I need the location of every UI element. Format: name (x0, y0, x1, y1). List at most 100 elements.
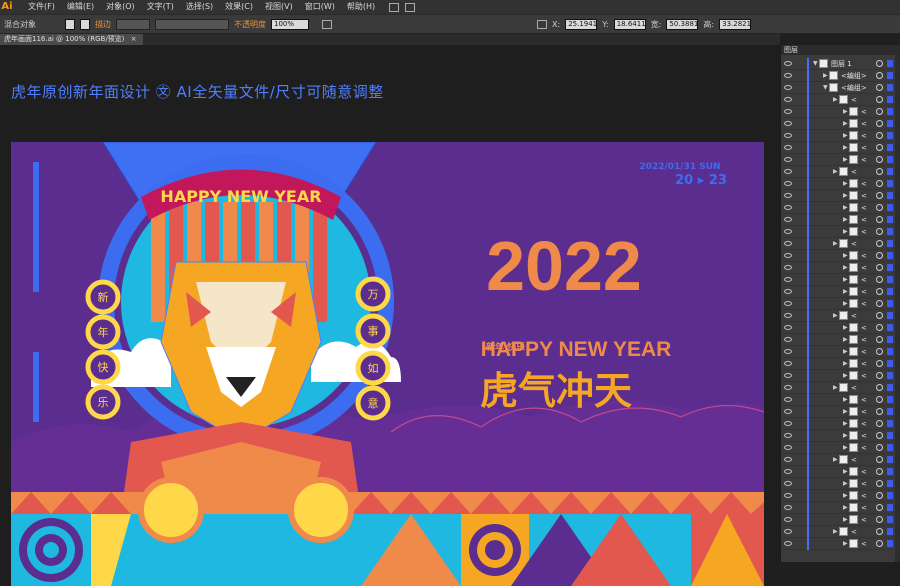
layer-name[interactable]: < (861, 334, 867, 346)
opacity-label[interactable]: 不透明度 (234, 19, 266, 30)
target-icon[interactable] (876, 468, 883, 475)
layer-row[interactable]: ▶ < (781, 466, 900, 478)
target-icon[interactable] (876, 168, 883, 175)
layer-name[interactable]: < (861, 478, 867, 490)
layer-name[interactable]: < (861, 106, 867, 118)
visibility-eye-icon[interactable] (784, 97, 792, 102)
expand-triangle-icon[interactable]: ▶ (843, 286, 848, 298)
target-icon[interactable] (876, 216, 883, 223)
expand-triangle-icon[interactable]: ▶ (843, 394, 848, 406)
expand-triangle-icon[interactable]: ▶ (843, 250, 848, 262)
selection-indicator[interactable] (887, 168, 893, 175)
expand-triangle-icon[interactable]: ▶ (843, 442, 848, 454)
layer-row[interactable]: ▶ < (781, 394, 900, 406)
visibility-eye-icon[interactable] (784, 181, 792, 186)
target-icon[interactable] (876, 456, 883, 463)
target-icon[interactable] (876, 192, 883, 199)
selection-indicator[interactable] (887, 84, 893, 91)
expand-triangle-icon[interactable]: ▶ (843, 130, 848, 142)
target-icon[interactable] (876, 60, 883, 67)
selection-indicator[interactable] (887, 204, 893, 211)
visibility-eye-icon[interactable] (784, 121, 792, 126)
target-icon[interactable] (876, 480, 883, 487)
stroke-weight-field[interactable] (116, 18, 150, 30)
layer-row[interactable]: ▶ < (781, 514, 900, 526)
selection-indicator[interactable] (887, 216, 893, 223)
layer-row[interactable]: ▶ < (781, 262, 900, 274)
visibility-eye-icon[interactable] (784, 277, 792, 282)
layer-name[interactable]: < (861, 502, 867, 514)
visibility-eye-icon[interactable] (784, 397, 792, 402)
target-icon[interactable] (876, 288, 883, 295)
layer-name[interactable]: <编组> (841, 82, 867, 94)
layer-name[interactable]: < (861, 130, 867, 142)
visibility-eye-icon[interactable] (784, 445, 792, 450)
visibility-eye-icon[interactable] (784, 193, 792, 198)
target-icon[interactable] (876, 228, 883, 235)
visibility-eye-icon[interactable] (784, 373, 792, 378)
layer-name[interactable]: < (861, 358, 867, 370)
target-icon[interactable] (876, 96, 883, 103)
expand-triangle-icon[interactable]: ▶ (843, 418, 848, 430)
selection-indicator[interactable] (887, 156, 893, 163)
layer-row[interactable]: ▶ < (781, 142, 900, 154)
layer-name[interactable]: < (861, 514, 867, 526)
selection-indicator[interactable] (887, 396, 893, 403)
selection-indicator[interactable] (887, 360, 893, 367)
visibility-eye-icon[interactable] (784, 157, 792, 162)
layer-row[interactable]: ▶ < (781, 502, 900, 514)
selection-indicator[interactable] (887, 276, 893, 283)
expand-triangle-icon[interactable]: ▶ (843, 274, 848, 286)
target-icon[interactable] (876, 504, 883, 511)
expand-triangle-icon[interactable]: ▶ (843, 406, 848, 418)
layer-row[interactable]: ▶ < (781, 190, 900, 202)
layer-name[interactable]: < (851, 94, 857, 106)
expand-triangle-icon[interactable]: ▶ (843, 118, 848, 130)
layer-row[interactable]: ▶ < (781, 358, 900, 370)
layer-row[interactable]: ▶ < (781, 118, 900, 130)
layer-name[interactable]: < (851, 526, 857, 538)
y-field[interactable]: 18.6411 (613, 18, 646, 30)
expand-triangle-icon[interactable]: ▶ (843, 502, 848, 514)
selection-indicator[interactable] (887, 480, 893, 487)
layer-name[interactable]: < (861, 322, 867, 334)
expand-triangle-icon[interactable]: ▶ (843, 214, 848, 226)
target-icon[interactable] (876, 180, 883, 187)
layer-row[interactable]: ▶ < (781, 310, 900, 322)
menu-type[interactable]: 文字(T) (141, 0, 180, 14)
selection-indicator[interactable] (887, 540, 893, 547)
layer-name[interactable]: < (851, 382, 857, 394)
expand-triangle-icon[interactable]: ▶ (843, 370, 848, 382)
visibility-eye-icon[interactable] (784, 529, 792, 534)
visibility-eye-icon[interactable] (784, 349, 792, 354)
expand-triangle-icon[interactable]: ▶ (843, 358, 848, 370)
target-icon[interactable] (876, 276, 883, 283)
visibility-eye-icon[interactable] (784, 217, 792, 222)
expand-triangle-icon[interactable]: ▶ (833, 94, 838, 106)
stroke-swatch[interactable] (80, 18, 90, 30)
expand-triangle-icon[interactable]: ▼ (823, 82, 828, 94)
layer-name[interactable]: < (861, 466, 867, 478)
layer-row[interactable]: ▶ < (781, 154, 900, 166)
target-icon[interactable] (876, 528, 883, 535)
menu-window[interactable]: 窗口(W) (299, 0, 341, 14)
arrange-documents-icon[interactable] (405, 2, 416, 12)
layer-row[interactable]: ▶ < (781, 226, 900, 238)
selection-indicator[interactable] (887, 444, 893, 451)
layer-row-group[interactable]: ▼ <编组> (781, 82, 900, 94)
visibility-eye-icon[interactable] (784, 409, 792, 414)
layer-name[interactable]: < (861, 286, 867, 298)
target-icon[interactable] (876, 348, 883, 355)
layer-name[interactable]: < (861, 430, 867, 442)
expand-triangle-icon[interactable]: ▶ (843, 466, 848, 478)
layer-name[interactable]: < (861, 190, 867, 202)
selection-indicator[interactable] (887, 432, 893, 439)
expand-triangle-icon[interactable]: ▼ (813, 58, 818, 70)
target-icon[interactable] (876, 144, 883, 151)
selection-indicator[interactable] (887, 300, 893, 307)
selection-indicator[interactable] (887, 108, 893, 115)
selection-indicator[interactable] (887, 468, 893, 475)
visibility-eye-icon[interactable] (784, 469, 792, 474)
expand-triangle-icon[interactable]: ▶ (843, 322, 848, 334)
selection-indicator[interactable] (887, 408, 893, 415)
